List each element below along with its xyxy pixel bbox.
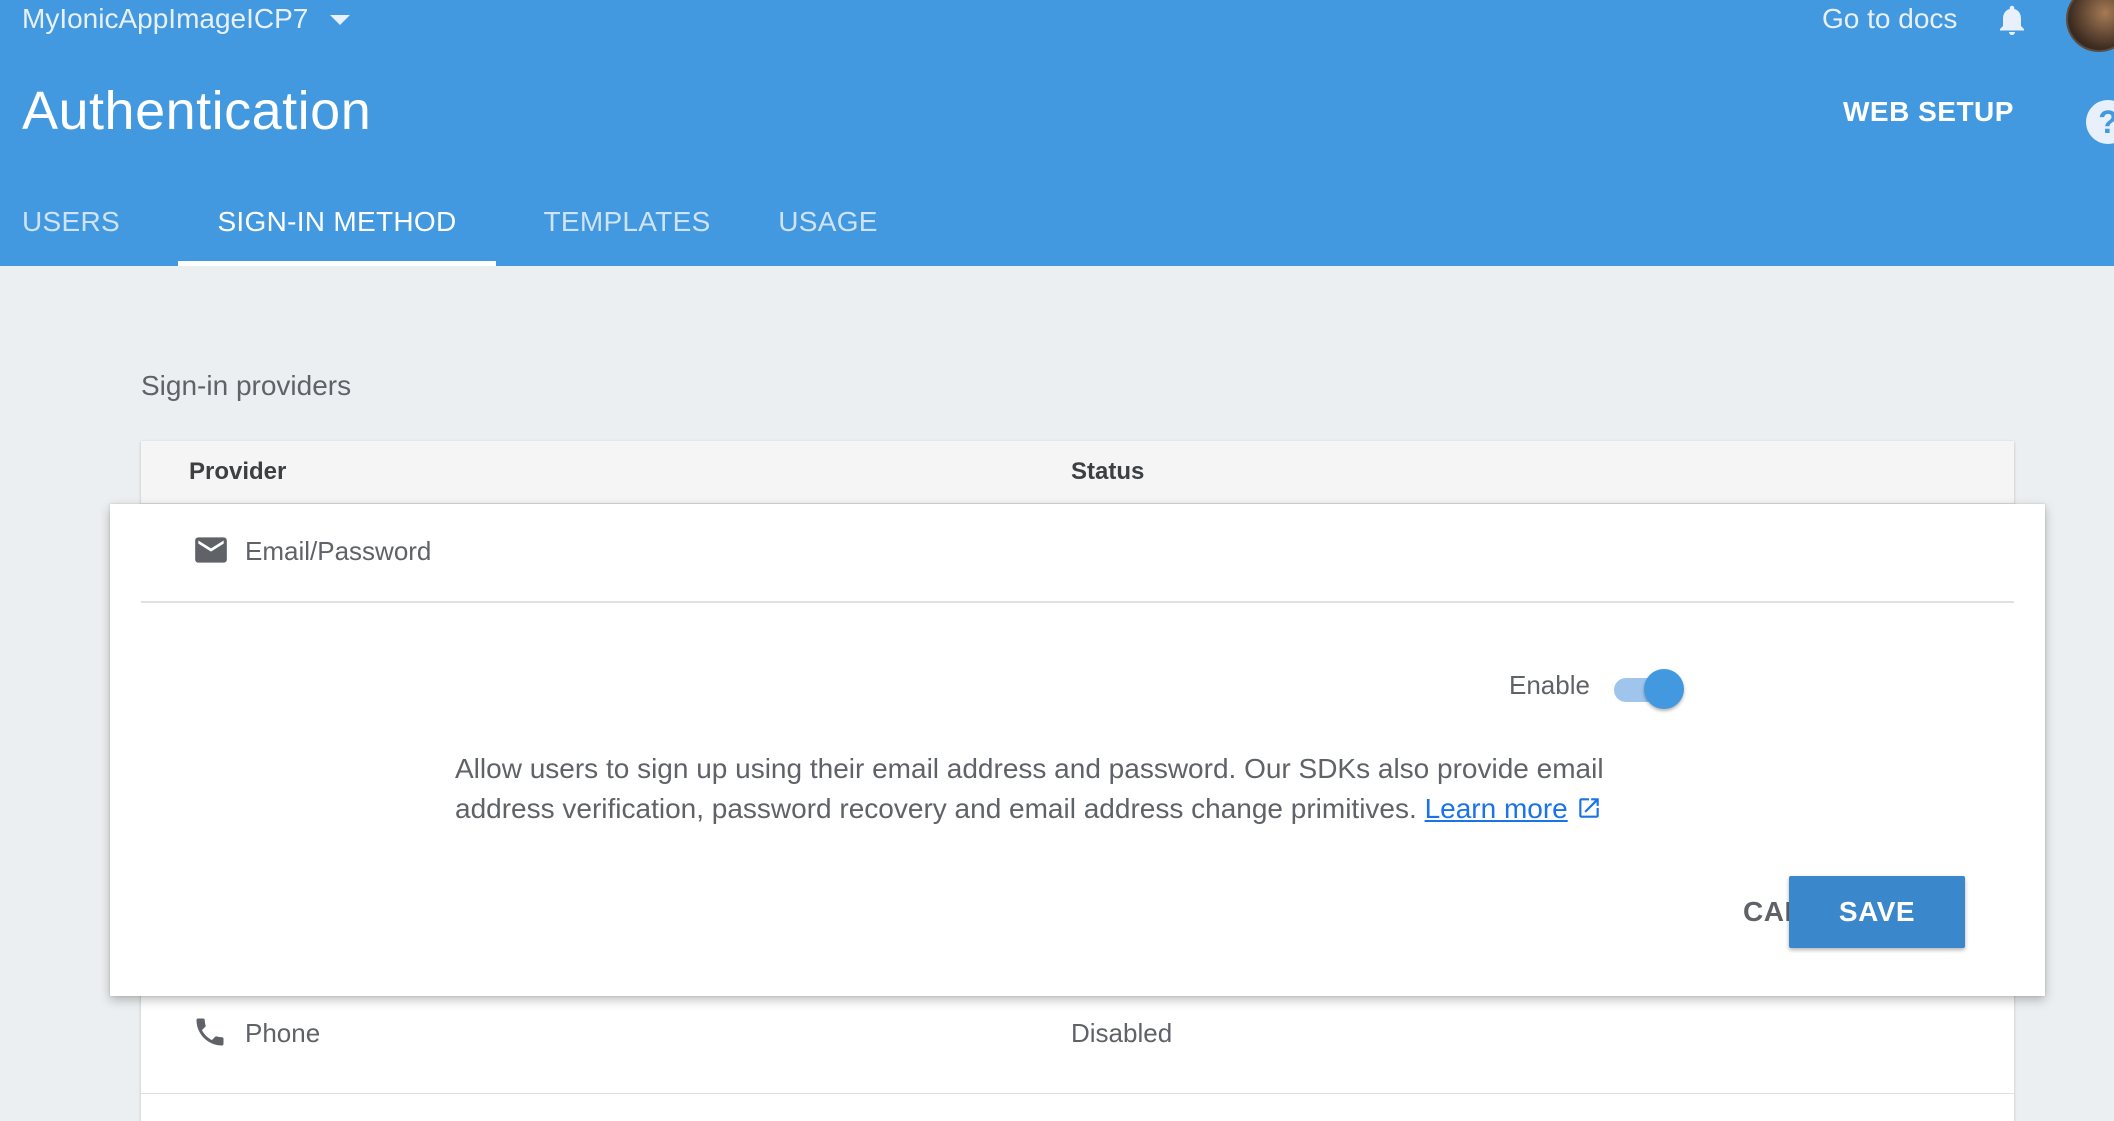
project-selector[interactable]: MyIonicAppImageICP7: [22, 0, 351, 38]
section-title: Sign-in providers: [141, 370, 352, 401]
page-title: Authentication: [22, 81, 372, 141]
help-icon[interactable]: ?: [2086, 100, 2114, 144]
email-password-config-card: Email/Password Enable Allow users to sig…: [110, 504, 2045, 996]
tab-templates[interactable]: TEMPLATES: [500, 192, 754, 266]
provider-label-phone: Phone: [245, 1018, 321, 1048]
learn-more-link[interactable]: Learn more: [1425, 793, 1568, 824]
web-setup-button[interactable]: WEB SETUP: [1843, 96, 2014, 128]
chevron-down-icon: [330, 15, 351, 25]
divider: [141, 601, 2014, 603]
column-provider: Provider: [189, 458, 287, 485]
go-to-docs-link[interactable]: Go to docs: [1822, 0, 1957, 38]
app-header: MyIonicAppImageICP7 Go to docs Authentic…: [0, 0, 2114, 266]
provider-label-email-password: Email/Password: [245, 536, 432, 566]
table-header: Provider Status: [141, 441, 2014, 504]
tab-sign-in-method[interactable]: SIGN-IN METHOD: [178, 192, 496, 266]
enable-toggle[interactable]: [1612, 668, 1684, 712]
user-avatar[interactable]: [2066, 0, 2114, 52]
tab-bar: USERS SIGN-IN METHOD TEMPLATES USAGE: [0, 192, 898, 266]
column-status: Status: [1071, 458, 1145, 485]
email-icon: [195, 537, 227, 563]
toggle-knob: [1644, 669, 1684, 709]
open-in-new-icon[interactable]: [1576, 795, 1602, 821]
tab-users[interactable]: USERS: [0, 192, 178, 266]
status-phone: Disabled: [1071, 1018, 1173, 1048]
notifications-bell-icon[interactable]: [1994, 0, 2030, 40]
provider-description: Allow users to sign up using their email…: [455, 749, 1635, 829]
table-row-phone[interactable]: Phone Disabled: [141, 991, 2014, 1094]
phone-icon: [196, 1018, 224, 1046]
enable-label: Enable: [1509, 670, 1590, 700]
project-name: MyIonicAppImageICP7: [22, 3, 309, 34]
save-button[interactable]: SAVE: [1789, 876, 1965, 948]
tab-usage[interactable]: USAGE: [758, 192, 898, 266]
